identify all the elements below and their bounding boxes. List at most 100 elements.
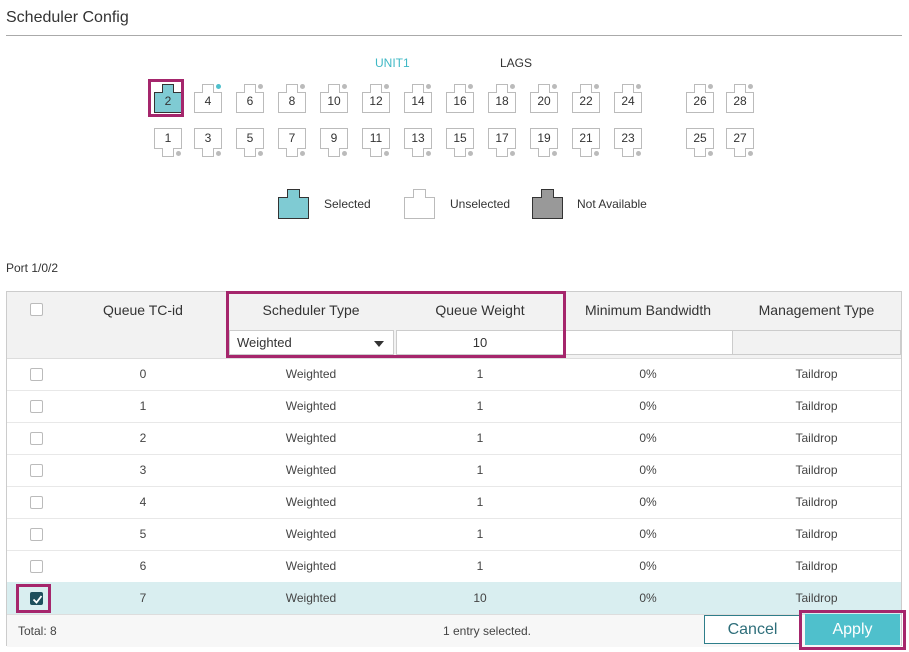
cell-tc-id: 3: [139, 463, 147, 477]
cell-tc-id: 1: [139, 399, 147, 413]
port-status-dot: [216, 84, 221, 89]
select-all-checkbox[interactable]: [29, 303, 43, 316]
row-checkbox[interactable]: [29, 367, 43, 381]
port-status-dot: [342, 151, 347, 156]
port-number: 12: [369, 94, 383, 108]
port-status-dot: [708, 84, 713, 89]
management-type-cell: [732, 330, 901, 355]
port-27[interactable]: 27: [726, 128, 754, 157]
cell-queue-weight: 1: [476, 559, 484, 573]
legend-unselected-label: Unselected: [450, 197, 511, 211]
queue-table: Queue TC-id Scheduler Type Queue Weight …: [6, 291, 902, 647]
port-28[interactable]: 28: [726, 84, 754, 113]
chevron-down-icon: [374, 341, 384, 347]
cell-management-type: Taildrop: [795, 367, 838, 381]
table-row[interactable]: 7 Weighted 10 0% Taildrop: [7, 582, 901, 615]
port-14[interactable]: 14: [404, 84, 432, 113]
port-7[interactable]: 7: [278, 128, 306, 157]
port-12[interactable]: 12: [362, 84, 390, 113]
port-23[interactable]: 23: [614, 128, 642, 157]
port-9[interactable]: 9: [320, 128, 348, 157]
row-checkbox[interactable]: [29, 495, 43, 509]
header-scheduler-type[interactable]: Scheduler Type: [226, 292, 396, 327]
port-number: 1: [164, 131, 172, 145]
cell-management-type: Taildrop: [795, 431, 838, 445]
tab-unit1[interactable]: UNIT1: [375, 56, 410, 70]
cell-tc-id: 0: [139, 367, 147, 381]
port-22[interactable]: 22: [572, 84, 600, 113]
apply-button[interactable]: Apply: [805, 614, 900, 645]
port-status-dot: [636, 84, 641, 89]
port-status-dot: [176, 151, 181, 156]
port-26[interactable]: 26: [686, 84, 714, 113]
port-3[interactable]: 3: [194, 128, 222, 157]
cell-scheduler-type: Weighted: [285, 527, 337, 541]
port-status-dot: [594, 84, 599, 89]
table-row[interactable]: 6 Weighted 1 0% Taildrop: [7, 550, 901, 583]
tab-lags[interactable]: LAGS: [500, 56, 532, 70]
port-number: 18: [495, 94, 509, 108]
port-number: 9: [330, 131, 338, 145]
port-6[interactable]: 6: [236, 84, 264, 113]
header-queue-weight[interactable]: Queue Weight: [396, 292, 564, 327]
row-checkbox[interactable]: [29, 431, 43, 445]
port-21[interactable]: 21: [572, 128, 600, 157]
min-bandwidth-input[interactable]: [564, 330, 733, 355]
port-status-dot: [426, 84, 431, 89]
table-row[interactable]: 0 Weighted 1 0% Taildrop: [7, 358, 901, 391]
port-status-dot: [748, 151, 753, 156]
cell-tc-id: 7: [139, 591, 147, 605]
queue-weight-input[interactable]: 10: [396, 330, 564, 355]
row-checkbox[interactable]: [29, 399, 43, 413]
port-4[interactable]: 4: [194, 84, 222, 113]
port-11[interactable]: 11: [362, 128, 390, 157]
port-10[interactable]: 10: [320, 84, 348, 113]
filter-row: Weighted 10: [7, 327, 901, 359]
table-row[interactable]: 1 Weighted 1 0% Taildrop: [7, 390, 901, 423]
cell-queue-weight: 10: [473, 591, 487, 605]
row-checkbox[interactable]: [29, 559, 43, 573]
port-20[interactable]: 20: [530, 84, 558, 113]
cell-scheduler-type: Weighted: [285, 463, 337, 477]
table-row[interactable]: 2 Weighted 1 0% Taildrop: [7, 422, 901, 455]
port-19[interactable]: 19: [530, 128, 558, 157]
port-status-dot: [636, 151, 641, 156]
port-label: Port 1/0/2: [6, 261, 59, 275]
port-status-dot: [384, 84, 389, 89]
header-min-bandwidth[interactable]: Minimum Bandwidth: [564, 292, 732, 327]
row-checkbox[interactable]: [29, 463, 43, 477]
check-icon: [32, 594, 42, 604]
port-1[interactable]: 1: [154, 128, 182, 157]
port-status-dot: [468, 84, 473, 89]
port-status-dot: [468, 151, 473, 156]
port-15[interactable]: 15: [446, 128, 474, 157]
port-25[interactable]: 25: [686, 128, 714, 157]
port-number: 5: [246, 131, 254, 145]
port-18[interactable]: 18: [488, 84, 516, 113]
port-status-dot: [552, 151, 557, 156]
legend-selected-icon: [278, 189, 309, 219]
table-row[interactable]: 5 Weighted 1 0% Taildrop: [7, 518, 901, 551]
port-number: 28: [733, 94, 747, 108]
port-13[interactable]: 13: [404, 128, 432, 157]
table-row[interactable]: 4 Weighted 1 0% Taildrop: [7, 486, 901, 519]
port-8[interactable]: 8: [278, 84, 306, 113]
header-tc-id[interactable]: Queue TC-id: [65, 292, 221, 327]
table-row[interactable]: 3 Weighted 1 0% Taildrop: [7, 454, 901, 487]
port-status-dot: [594, 151, 599, 156]
row-checkbox[interactable]: [29, 527, 43, 541]
port-status-dot: [384, 151, 389, 156]
cell-queue-weight: 1: [476, 495, 484, 509]
cancel-button[interactable]: Cancel: [704, 615, 801, 644]
scheduler-type-select[interactable]: Weighted: [229, 330, 394, 355]
row-checkbox[interactable]: [29, 591, 43, 605]
port-16[interactable]: 16: [446, 84, 474, 113]
header-management-type[interactable]: Management Type: [732, 292, 901, 327]
cell-queue-weight: 1: [476, 399, 484, 413]
port-17[interactable]: 17: [488, 128, 516, 157]
port-number: 13: [411, 131, 425, 145]
port-5[interactable]: 5: [236, 128, 264, 157]
port-24[interactable]: 24: [614, 84, 642, 113]
port-status-dot: [552, 84, 557, 89]
port-status-dot: [510, 151, 515, 156]
